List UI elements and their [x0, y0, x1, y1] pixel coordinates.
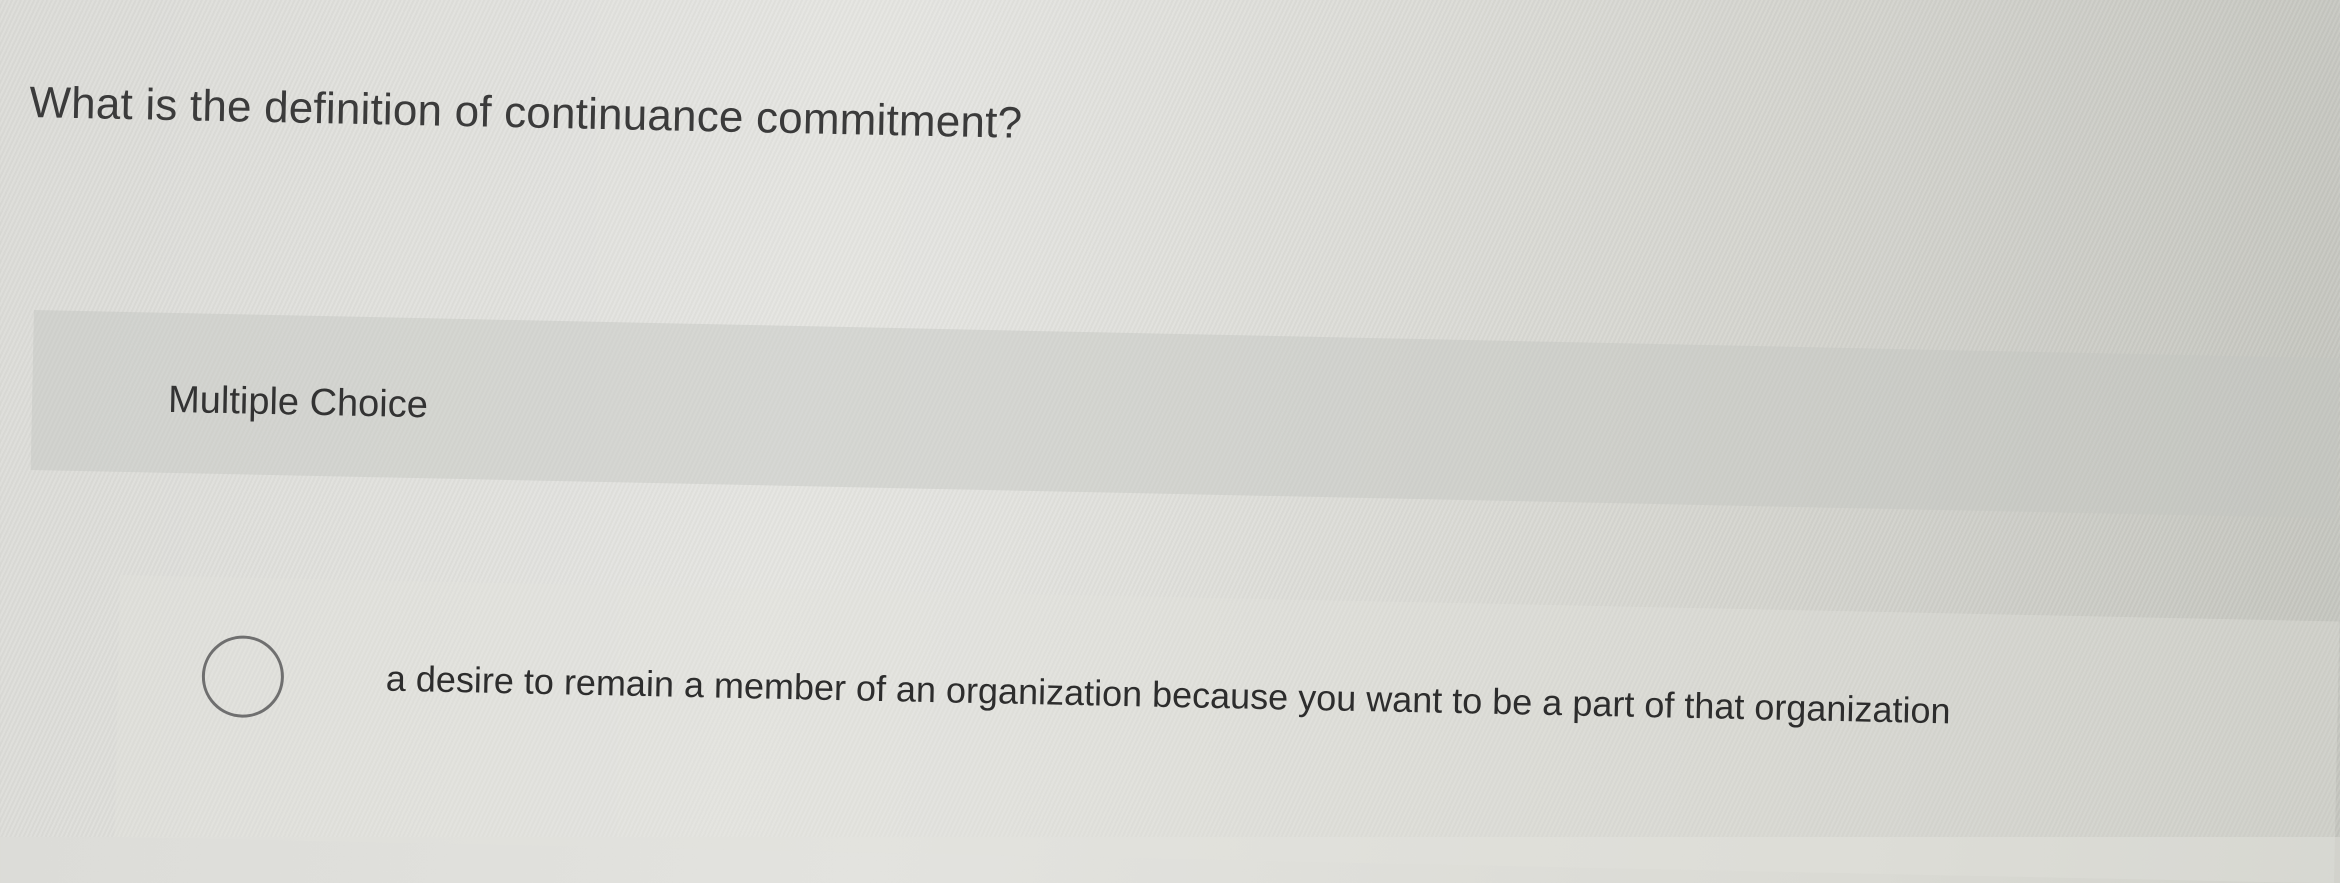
answer-option-text: a desire to remain a member of an organi…	[385, 657, 1951, 732]
multiple-choice-label: Multiple Choice	[167, 378, 429, 427]
multiple-choice-header: Multiple Choice	[30, 310, 2340, 519]
question-text: What is the definition of continuance co…	[28, 78, 1023, 148]
radio-button-option-1[interactable]	[201, 634, 285, 719]
